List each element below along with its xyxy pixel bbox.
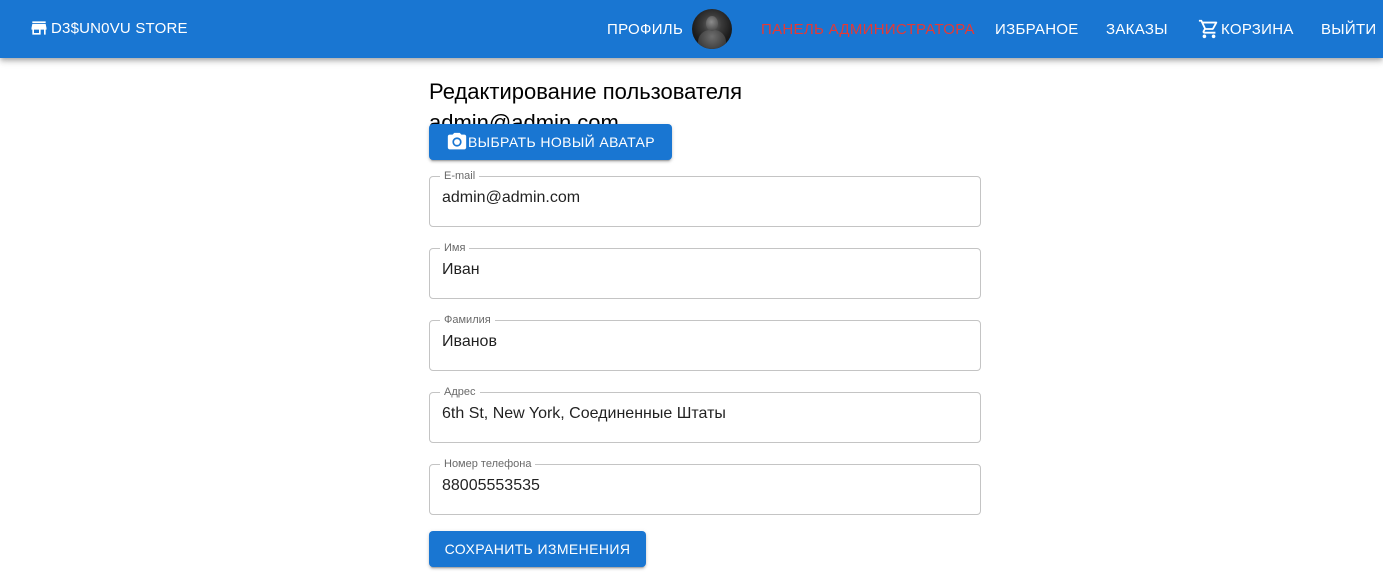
email-field: E-mail: [429, 171, 981, 227]
address-field-label: Адрес: [444, 386, 476, 398]
app-bar: D3$UN0VU STORE ПРОФИЛЬ ПАНЕЛЬ АДМИНИСТРА…: [0, 0, 1383, 58]
avatar[interactable]: [692, 9, 733, 49]
save-changes-label: СОХРАНИТЬ ИЗМЕНЕНИЯ: [444, 541, 631, 557]
nav-cart-label: КОРЗИНА: [1221, 20, 1294, 38]
nav-orders[interactable]: ЗАКАЗЫ: [1106, 0, 1168, 58]
save-changes-button[interactable]: СОХРАНИТЬ ИЗМЕНЕНИЯ: [429, 531, 646, 567]
email-input[interactable]: [442, 184, 962, 212]
nav-admin-panel-label: ПАНЕЛЬ АДМИНИСТРАТОРА: [761, 20, 975, 38]
address-input[interactable]: [442, 400, 962, 428]
nav-profile-label: ПРОФИЛЬ: [607, 20, 684, 38]
avatar-figure-torso: [698, 30, 727, 49]
first-name-field: Имя: [429, 243, 981, 299]
first-name-input[interactable]: [442, 256, 962, 284]
brand-logo[interactable]: D3$UN0VU STORE: [29, 18, 188, 38]
email-field-label: E-mail: [444, 170, 476, 182]
brand-name: D3$UN0VU STORE: [51, 19, 188, 37]
nav-orders-label: ЗАКАЗЫ: [1106, 20, 1168, 38]
phone-input[interactable]: [442, 472, 962, 500]
camera-icon: [447, 132, 467, 150]
choose-avatar-label: ВЫБРАТЬ НОВЫЙ АВАТАР: [467, 134, 656, 150]
phone-field-label: Номер телефона: [444, 458, 532, 470]
nav-logout-label: ВЫЙТИ: [1321, 20, 1377, 38]
last-name-input[interactable]: [442, 328, 962, 356]
address-field: Адрес: [429, 387, 981, 443]
nav-cart[interactable]: КОРЗИНА: [1198, 0, 1294, 58]
nav-profile[interactable]: ПРОФИЛЬ: [607, 0, 733, 58]
nav-logout[interactable]: ВЫЙТИ: [1321, 0, 1377, 58]
phone-field: Номер телефона: [429, 459, 981, 515]
page-title: Редактирование пользователя: [429, 78, 743, 104]
avatar-figure-head: [706, 16, 719, 31]
storefront-icon: [31, 21, 47, 35]
shopping-cart-icon: [1198, 19, 1218, 39]
last-name-field-label: Фамилия: [444, 314, 491, 326]
nav-favorites-label: ИЗБРАНОЕ: [995, 20, 1079, 38]
first-name-field-label: Имя: [444, 242, 466, 254]
last-name-field: Фамилия: [429, 315, 981, 371]
nav-favorites[interactable]: ИЗБРАНОЕ: [995, 0, 1079, 58]
nav-admin-panel[interactable]: ПАНЕЛЬ АДМИНИСТРАТОРА: [761, 0, 975, 58]
choose-avatar-button[interactable]: ВЫБРАТЬ НОВЫЙ АВАТАР: [429, 124, 672, 160]
